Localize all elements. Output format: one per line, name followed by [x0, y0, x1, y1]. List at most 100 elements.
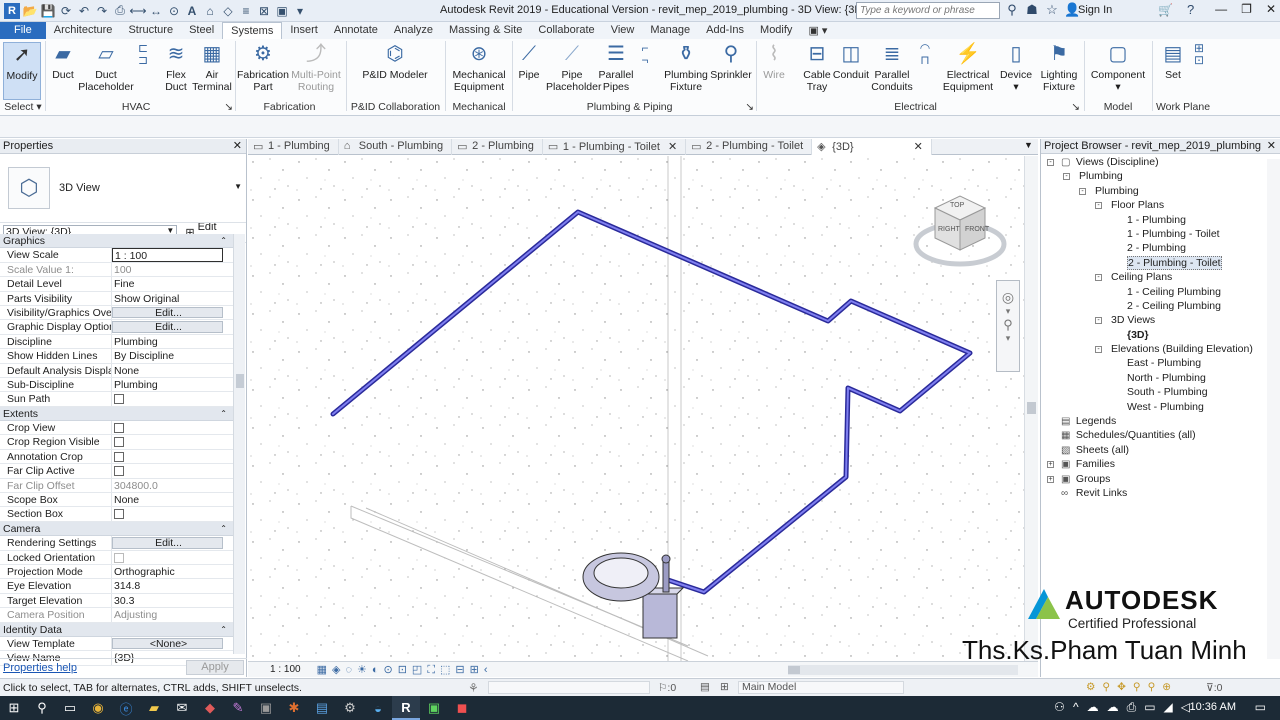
- collapse-icon[interactable]: -: [1095, 202, 1102, 210]
- collapse-icon[interactable]: ⌃: [220, 234, 227, 248]
- subscription-icon[interactable]: ☗: [1024, 2, 1040, 18]
- search-icon[interactable]: ⚲: [28, 696, 56, 720]
- mechanical-equipment-button[interactable]: ⊛ Mechanical Equipment: [450, 42, 508, 93]
- cable-tray-button[interactable]: ⊟ Cable Tray: [800, 42, 834, 93]
- view-tab[interactable]: ▭ 2 - Plumbing - Toilet: [686, 139, 813, 155]
- ribbon-tab-view[interactable]: View: [603, 22, 643, 39]
- revit-taskbar-icon[interactable]: R: [392, 696, 420, 720]
- browser-node[interactable]: + ▣ Groups: [1041, 472, 1280, 486]
- pen-app-icon[interactable]: ✎: [224, 696, 252, 720]
- view-tab[interactable]: ▭ 1 - Plumbing - Toilet ✕: [543, 139, 687, 155]
- close-icon[interactable]: ✕: [1267, 139, 1276, 152]
- browser-node[interactable]: - Elevations (Building Elevation): [1041, 342, 1280, 356]
- browser-node[interactable]: - Plumbing: [1041, 184, 1280, 198]
- property-edit-button[interactable]: <None>: [112, 637, 223, 650]
- parallel-pipes-button[interactable]: ☰ Parallel Pipes: [598, 42, 634, 93]
- ribbon-tab-file[interactable]: File: [0, 22, 46, 39]
- battery-icon[interactable]: ▭: [1144, 700, 1155, 715]
- redo-icon[interactable]: ↷: [94, 3, 110, 19]
- browser-node[interactable]: + ▣ Families: [1041, 457, 1280, 471]
- collapse-icon[interactable]: ⌃: [220, 407, 227, 421]
- filter-count[interactable]: ⊽:0: [1206, 682, 1222, 694]
- ribbon-tab-insert[interactable]: Insert: [282, 22, 326, 39]
- browser-node[interactable]: South - Plumbing: [1041, 385, 1280, 399]
- pipe-placeholder-button[interactable]: ⟋ Pipe Placeholder: [546, 42, 601, 93]
- multi-point-routing-button[interactable]: ⤴ Multi-Point Routing: [289, 42, 343, 93]
- chevron-down-icon[interactable]: ▼: [234, 182, 242, 191]
- browser-node[interactable]: ▧ Sheets (all): [1041, 443, 1280, 457]
- duct-placeholder-button[interactable]: ▱ Duct Placeholder: [78, 42, 134, 93]
- app-icon[interactable]: ✱: [280, 696, 308, 720]
- parallel-conduits-button[interactable]: ≣ Parallel Conduits: [870, 42, 914, 93]
- pid-modeler-button[interactable]: ⌬ P&ID Modeler: [350, 42, 440, 81]
- property-value[interactable]: Fine: [112, 277, 233, 290]
- plumbing-fixture-button[interactable]: ⚱ Plumbing Fixture: [662, 42, 710, 93]
- close-icon[interactable]: ✕: [233, 139, 242, 152]
- measure-icon[interactable]: ⟷: [129, 3, 146, 19]
- task-view-icon[interactable]: ▭: [56, 696, 84, 720]
- property-edit-button[interactable]: Edit...: [112, 306, 223, 319]
- pipe-fitting-button[interactable]: ⌐ ¬: [636, 42, 654, 69]
- ribbon-tab-collaborate[interactable]: Collaborate: [530, 22, 602, 39]
- hvac-panel-label[interactable]: HVAC ↘: [48, 101, 233, 113]
- drawing-canvas[interactable]: TOP RIGHT FRONT ◎ ▾ ⚲ ▾: [248, 156, 1038, 661]
- print-icon[interactable]: ⎙: [112, 3, 128, 19]
- ribbon-tab-annotate[interactable]: Annotate: [326, 22, 386, 39]
- property-checkbox[interactable]: [114, 423, 124, 434]
- recorder-icon[interactable]: ◼: [448, 696, 476, 720]
- app-icon[interactable]: ⚙: [336, 696, 364, 720]
- property-edit-button[interactable]: Edit...: [112, 537, 223, 549]
- close-hidden-icon[interactable]: ⊠: [256, 3, 272, 19]
- expand-icon[interactable]: +: [1047, 475, 1054, 483]
- ribbon-tab-massing-site[interactable]: Massing & Site: [441, 22, 530, 39]
- select-panel-label[interactable]: Select ▾: [3, 101, 43, 113]
- open-icon[interactable]: 📂: [22, 3, 38, 19]
- revit-logo-icon[interactable]: R: [4, 2, 20, 19]
- work-plane-panel-label[interactable]: Work Plane: [1154, 101, 1212, 113]
- zoom-icon[interactable]: ⚲: [997, 317, 1019, 333]
- file-explorer-icon[interactable]: ▰: [140, 696, 168, 720]
- property-checkbox[interactable]: [114, 437, 124, 448]
- property-value[interactable]: By Discipline: [112, 349, 233, 362]
- property-group[interactable]: Identity Data ⌃: [0, 622, 233, 637]
- browser-node[interactable]: ▤ Legends: [1041, 414, 1280, 428]
- browser-node[interactable]: - Plumbing: [1041, 169, 1280, 183]
- chevron-down-icon[interactable]: ▾: [997, 306, 1019, 317]
- camtasia-icon[interactable]: ▣: [420, 696, 448, 720]
- view-tab[interactable]: ◈ {3D} ✕: [812, 139, 932, 155]
- cloud-icon[interactable]: ☁: [1087, 700, 1099, 715]
- property-edit-button[interactable]: Edit...: [112, 321, 223, 333]
- view-scale[interactable]: 1 : 100: [270, 664, 301, 675]
- set-work-plane-button[interactable]: ▤ Set: [1158, 42, 1188, 81]
- mail-icon[interactable]: ✉: [168, 696, 196, 720]
- view-tab[interactable]: ⌂ South - Plumbing: [339, 139, 453, 155]
- app-icon[interactable]: ◆: [196, 696, 224, 720]
- property-value[interactable]: None: [112, 364, 233, 377]
- ribbon-tab-analyze[interactable]: Analyze: [386, 22, 441, 39]
- plumbing-piping-panel-label[interactable]: Plumbing & Piping ↘: [514, 101, 754, 113]
- dimension-icon[interactable]: ↔: [148, 3, 164, 19]
- flex-duct-button[interactable]: ≋ Flex Duct: [160, 42, 192, 93]
- collapse-icon[interactable]: -: [1095, 346, 1102, 354]
- notifications-icon[interactable]: ▭: [1255, 700, 1266, 714]
- help-icon[interactable]: ?: [1187, 2, 1194, 17]
- view-control-icons[interactable]: ▦◈◌☀◐⊙⊡◰⛶⬚⊟⊞‹: [317, 663, 493, 677]
- collapse-icon[interactable]: -: [1063, 173, 1070, 181]
- properties-scrollbar[interactable]: [233, 234, 245, 654]
- browser-node[interactable]: ∞ Revit Links: [1041, 486, 1280, 500]
- browser-node[interactable]: {3D}: [1041, 328, 1280, 342]
- close-icon[interactable]: ✕: [914, 141, 923, 153]
- save-icon[interactable]: 💾: [40, 3, 56, 19]
- properties-help-link[interactable]: Properties help: [3, 662, 77, 674]
- browser-node[interactable]: 1 - Ceiling Plumbing: [1041, 285, 1280, 299]
- viewcube[interactable]: TOP RIGHT FRONT: [913, 186, 1008, 274]
- app-icon[interactable]: ▣: [252, 696, 280, 720]
- view-tab[interactable]: ▭ 2 - Plumbing: [452, 139, 543, 155]
- windows-start-icon[interactable]: ⊞: [0, 696, 28, 720]
- thin-lines-icon[interactable]: ≡: [238, 3, 254, 19]
- type-selector[interactable]: ⬡ 3D View ▼: [0, 154, 246, 223]
- worksets-icon[interactable]: ⚘: [468, 681, 479, 695]
- design-options-icon[interactable]: ⊞: [720, 681, 729, 693]
- model-panel-label[interactable]: Model: [1088, 101, 1148, 113]
- browser-node[interactable]: 2 - Plumbing: [1041, 241, 1280, 255]
